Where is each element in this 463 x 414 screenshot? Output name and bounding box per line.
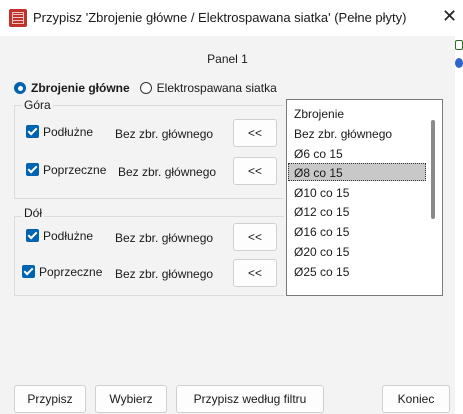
close-icon[interactable]: ✕ <box>442 7 457 25</box>
button-label: << <box>247 266 262 280</box>
list-item[interactable]: Ø20 co 15 <box>294 245 349 259</box>
globe-icon[interactable] <box>455 58 463 68</box>
layer-icon[interactable] <box>455 40 463 50</box>
list-item-selected[interactable]: Ø8 co 15 <box>294 166 343 180</box>
button-label: << <box>247 126 262 140</box>
top-longitudinal-checkbox[interactable] <box>26 125 39 138</box>
bottom-longitudinal-assign-button[interactable]: << <box>233 223 277 251</box>
select-button-label: Wybierz <box>109 392 153 406</box>
top-transverse-value: Bez zbr. głównego <box>118 165 217 179</box>
bottom-group-title: Dół <box>22 206 45 220</box>
bottom-longitudinal-checkbox[interactable] <box>26 229 39 242</box>
end-button[interactable]: Koniec <box>382 385 450 413</box>
button-label: << <box>247 230 262 244</box>
bottom-longitudinal-value: Bez zbr. głównego <box>115 231 214 245</box>
button-label: << <box>247 164 262 178</box>
top-longitudinal-label: Podłużne <box>43 125 94 139</box>
list-item[interactable]: Ø10 co 15 <box>294 186 349 200</box>
assign-button-label: Przypisz <box>27 392 73 406</box>
assign-by-filter-button[interactable]: Przypisz według filtru <box>176 385 324 413</box>
list-item[interactable]: Ø6 co 15 <box>294 147 343 161</box>
bottom-transverse-checkbox[interactable] <box>22 265 35 278</box>
side-toolbar <box>455 38 463 74</box>
top-transverse-label: Poprzeczne <box>43 163 107 177</box>
list-scrollbar-thumb[interactable] <box>431 120 435 219</box>
bottom-transverse-assign-button[interactable]: << <box>233 259 277 287</box>
radio-welded-mesh[interactable] <box>139 82 152 94</box>
radio-main-reinforcement-label[interactable]: Zbrojenie główne <box>31 81 130 95</box>
reinforcement-list[interactable]: Zbrojenie Bez zbr. głównego Ø6 co 15 Ø8 … <box>286 99 443 296</box>
list-item[interactable]: Ø25 co 15 <box>294 265 349 279</box>
bottom-transverse-value: Bez zbr. głównego <box>115 267 214 281</box>
select-button[interactable]: Wybierz <box>95 385 167 413</box>
app-icon <box>9 9 27 27</box>
reinforcement-type-radios: Zbrojenie główne Elektrospawana siatka <box>14 79 277 97</box>
top-transverse-checkbox[interactable] <box>26 163 39 176</box>
list-item[interactable]: Ø12 co 15 <box>294 205 349 219</box>
list-item[interactable]: Ø16 co 15 <box>294 225 349 239</box>
radio-welded-mesh-label[interactable]: Elektrospawana siatka <box>157 81 277 95</box>
panel-label: Panel 1 <box>207 52 248 66</box>
top-longitudinal-value: Bez zbr. głównego <box>115 127 214 141</box>
title-bar: Przypisz 'Zbrojenie główne / Elektrospaw… <box>0 0 463 36</box>
top-group-title: Góra <box>22 98 53 112</box>
list-item[interactable]: Zbrojenie <box>294 107 344 121</box>
end-button-label: Koniec <box>397 392 435 406</box>
assign-by-filter-button-label: Przypisz według filtru <box>193 392 307 406</box>
top-longitudinal-assign-button[interactable]: << <box>233 119 277 147</box>
radio-main-reinforcement[interactable] <box>14 82 26 94</box>
bottom-transverse-label: Poprzeczne <box>39 265 103 279</box>
list-item[interactable]: Bez zbr. głównego <box>294 127 392 141</box>
window-title: Przypisz 'Zbrojenie główne / Elektrospaw… <box>33 10 407 25</box>
assign-button[interactable]: Przypisz <box>14 385 86 413</box>
bottom-longitudinal-label: Podłużne <box>43 229 94 243</box>
top-transverse-assign-button[interactable]: << <box>233 157 277 185</box>
